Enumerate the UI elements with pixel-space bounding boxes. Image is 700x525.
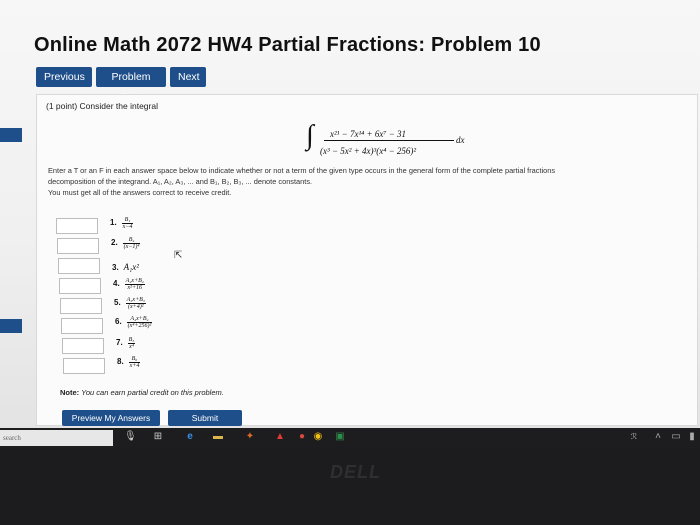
term-denominator: x²+16 — [127, 285, 143, 291]
term-denominator: x⁴ — [129, 344, 134, 350]
note-label: Note: — [60, 388, 80, 397]
term-fraction: A₂x+B₂ x²+16 — [124, 278, 145, 291]
integral-sign-icon: ∫ — [306, 120, 314, 151]
microphone-icon[interactable]: 🎙 — [124, 431, 137, 443]
answer-input-3[interactable] — [58, 258, 100, 274]
term-denominator: (x⁴+256)² — [127, 323, 152, 329]
answer-input-2[interactable] — [57, 238, 99, 254]
excel-icon[interactable]: ▣ — [334, 431, 346, 443]
term-numerator: B₆ — [128, 356, 141, 363]
app-icon[interactable]: ● — [296, 431, 308, 443]
term-numerator: A₃x+B₃ — [125, 297, 146, 304]
term-fraction: B₆ x+4 — [128, 356, 141, 369]
task-view-icon[interactable]: ⊞ — [152, 431, 164, 443]
term-option: 7. B₅ x⁴ — [116, 337, 136, 350]
problem-list-button[interactable]: Problem List — [96, 67, 166, 103]
preview-answers-button[interactable]: Preview My Answers — [62, 410, 160, 426]
note: Note: You can earn partial credit on thi… — [60, 388, 224, 397]
submit-answers-button[interactable]: Submit Answers — [168, 410, 242, 430]
page-title: Online Math 2072 HW4 Partial Fractions: … — [34, 34, 541, 56]
edge-browser-icon[interactable]: e — [184, 431, 196, 443]
side-edge-tab — [0, 319, 22, 333]
answer-input-6[interactable] — [61, 318, 103, 334]
instructions-line: decomposition of the integrand. A₁, A₂, … — [48, 177, 313, 186]
app-icon[interactable]: ✦ — [244, 431, 256, 443]
term-option: 8. B₆ x+4 — [117, 356, 141, 369]
term-option: 3. A₁x² — [112, 262, 139, 272]
term-denominator: (x+4)² — [128, 304, 144, 310]
term-numerator: B₄ — [122, 237, 141, 244]
term-numerator: B₁ — [121, 217, 134, 224]
answer-input-4[interactable] — [59, 278, 101, 294]
term-fraction: B₅ x⁴ — [127, 337, 136, 350]
term-number: 8. — [117, 357, 124, 367]
answer-input-1[interactable] — [56, 218, 98, 234]
term-numerator: A₂x+B₂ — [124, 278, 145, 285]
term-number: 7. — [116, 338, 123, 348]
problem-statement: (1 point) Consider the integral — [46, 101, 158, 111]
integrand-numerator: x²¹ − 7x¹⁴ + 6x⁷ − 31 — [330, 129, 407, 139]
integral-differential: dx — [456, 135, 465, 145]
term-denominator: (x−1)⁴ — [123, 244, 140, 250]
laptop-brand-logo: DELL — [330, 462, 381, 482]
term-numerator: B₅ — [127, 337, 136, 344]
term-expression: A₁x² — [123, 262, 139, 272]
term-option: 6. A₄x+B₄ (x⁴+256)² — [115, 316, 153, 329]
term-number: 2. — [111, 238, 118, 248]
term-number: 6. — [115, 317, 122, 327]
browser-screen: Online Math 2072 HW4 Partial Fractions: … — [0, 0, 700, 430]
answer-input-8[interactable] — [63, 358, 105, 374]
term-number: 5. — [114, 298, 121, 308]
term-fraction: A₃x+B₃ (x+4)² — [125, 297, 146, 310]
previous-button[interactable]: Previous — [36, 67, 92, 87]
term-number: 1. — [110, 218, 117, 228]
mouse-cursor-icon: ⇱ — [174, 250, 183, 261]
term-option: 4. A₂x+B₂ x²+16 — [113, 278, 145, 291]
term-denominator: x+4 — [129, 363, 140, 369]
network-icon[interactable]: ▭ — [670, 431, 682, 443]
taskbar-search-input[interactable]: search — [0, 430, 113, 446]
instructions-line: You must get all of the answers correct … — [48, 188, 232, 197]
note-text: You can earn partial credit on this prob… — [81, 388, 224, 397]
app-icon[interactable]: ▲ — [274, 431, 286, 443]
term-denominator: x−4 — [122, 224, 133, 230]
term-option: 1. B₁ x−4 — [110, 217, 134, 230]
answer-input-5[interactable] — [60, 298, 102, 314]
instructions-line: Enter a T or an F in each answer space b… — [48, 166, 556, 175]
term-option: 5. A₃x+B₃ (x+4)² — [114, 297, 146, 310]
term-fraction: B₁ x−4 — [121, 217, 134, 230]
term-fraction: A₄x+B₄ (x⁴+256)² — [126, 316, 153, 329]
term-number: 4. — [113, 279, 120, 289]
next-button[interactable]: Next — [170, 67, 206, 87]
answer-input-7[interactable] — [62, 338, 104, 354]
term-option: 2. B₄ (x−1)⁴ — [111, 237, 141, 250]
fraction-bar — [324, 140, 454, 141]
battery-icon[interactable]: ▮ — [686, 431, 698, 443]
term-number: 3. — [112, 263, 119, 272]
term-numerator: A₄x+B₄ — [126, 316, 153, 323]
integrand-denominator: (x³ − 5x² + 4x)³(x⁴ − 256)² — [320, 146, 417, 156]
side-edge-tab — [0, 128, 22, 142]
term-fraction: B₄ (x−1)⁴ — [122, 237, 141, 250]
chrome-icon[interactable]: ◉ — [312, 431, 324, 443]
file-explorer-icon[interactable]: ▬ — [212, 431, 224, 443]
chevron-up-icon[interactable]: ˄ — [652, 431, 664, 443]
people-icon[interactable]: ℛ — [628, 431, 640, 443]
integral-expression: ∫ x²¹ − 7x¹⁴ + 6x⁷ − 31 (x³ − 5x² + 4x)³… — [306, 120, 486, 162]
